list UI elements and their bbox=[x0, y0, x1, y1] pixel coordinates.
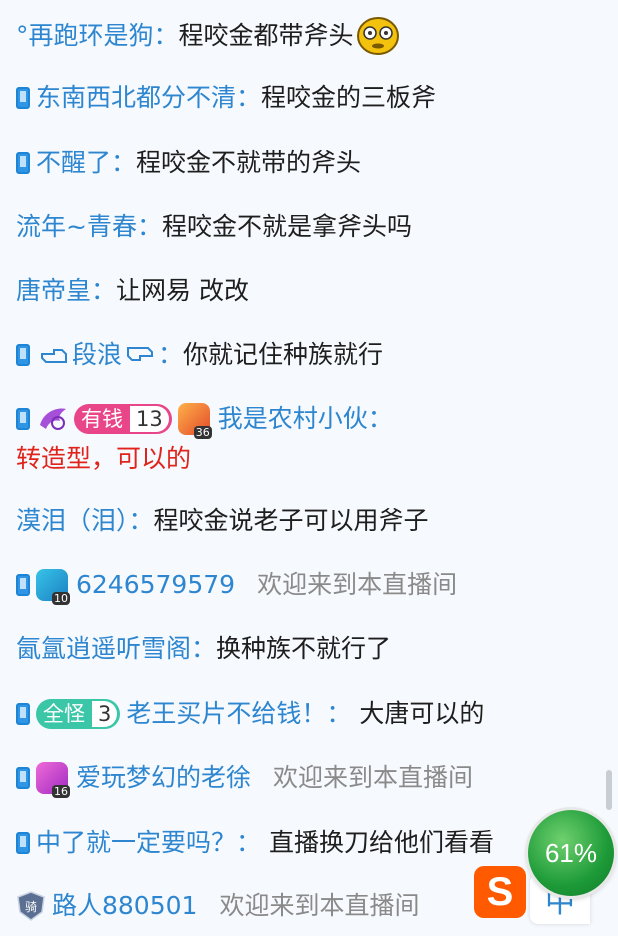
user-level-number: 16 bbox=[52, 785, 70, 798]
fan-badge[interactable]: 全怪 3 bbox=[36, 699, 121, 729]
chat-message: 有钱 13 36 我是农村小伙： bbox=[16, 402, 393, 439]
chat-text: 程咬金都带斧头 bbox=[178, 21, 354, 50]
chat-username[interactable]: 中了就一定要吗？： bbox=[36, 826, 261, 860]
mobile-icon bbox=[16, 703, 30, 725]
user-level-icon: 16 bbox=[36, 762, 70, 798]
user-level-icon: 10 bbox=[36, 569, 70, 605]
dizzy-emoji-icon bbox=[356, 17, 399, 55]
chat-username[interactable]: 唐帝皇： bbox=[16, 274, 116, 308]
scrollbar-thumb[interactable] bbox=[606, 770, 612, 810]
chat-message: 不醒了： 程咬金不就带的斧头 bbox=[16, 146, 361, 180]
chat-text: 程咬金的三板斧 bbox=[261, 83, 437, 112]
chat-message: 氤氲逍遥听雪阁： 换种族不就行了 bbox=[16, 632, 391, 666]
chat-message: 流年~青春： 程咬金不就是拿斧头吗 bbox=[16, 210, 412, 244]
chat-list: °再跑环是狗： 程咬金都带斧头 东南西北都分不清： 程咬金的三板斧 不醒了： 程… bbox=[0, 0, 618, 936]
fan-badge-level: 3 bbox=[92, 701, 118, 727]
chat-username[interactable]: 6246579579 bbox=[76, 568, 235, 602]
user-level-number: 36 bbox=[193, 426, 212, 439]
chat-text: 你就记住种族就行 bbox=[183, 340, 384, 369]
mobile-icon bbox=[16, 344, 30, 366]
welcome-text: 欢迎来到本直播间 bbox=[273, 763, 474, 792]
fan-badge-level: 13 bbox=[130, 406, 169, 432]
chat-message: 骑 路人880501 欢迎来到本直播间 bbox=[16, 889, 419, 923]
chat-message: 10 6246579579 欢迎来到本直播间 bbox=[16, 568, 458, 605]
chat-username[interactable]: °再跑环是狗： bbox=[16, 19, 179, 53]
chat-username[interactable]: 氤氲逍遥听雪阁： bbox=[16, 632, 216, 666]
chat-username[interactable]: 老王买片不给钱！： bbox=[126, 697, 351, 731]
chat-text: 程咬金不就是拿斧头吗 bbox=[161, 212, 412, 241]
wing-badge-icon bbox=[40, 408, 66, 430]
welcome-text: 欢迎来到本直播间 bbox=[257, 570, 458, 599]
mobile-icon bbox=[16, 152, 30, 174]
chat-text: 换种族不就行了 bbox=[216, 634, 392, 663]
user-level-icon: 36 bbox=[177, 403, 212, 439]
chat-message: 唐帝皇： 让网易 改改 bbox=[16, 274, 249, 308]
chat-username[interactable]: 我是农村小伙： bbox=[218, 402, 393, 436]
chat-text: 直播换刀给他们看看 bbox=[269, 828, 495, 857]
fan-badge-name: 有钱 bbox=[81, 407, 123, 431]
mobile-icon bbox=[16, 408, 30, 430]
welcome-text: 欢迎来到本直播间 bbox=[219, 891, 420, 920]
chat-username[interactable]: 爱玩梦幻的老徐 bbox=[76, 761, 251, 795]
mobile-icon bbox=[16, 87, 30, 109]
chat-username[interactable]: 路人880501 bbox=[52, 889, 197, 923]
speed-ball-button[interactable]: 61% bbox=[528, 810, 614, 896]
guard-shield-icon: 骑 bbox=[17, 891, 45, 921]
chat-text: 程咬金说老子可以用斧子 bbox=[153, 506, 429, 535]
chat-message: 漠泪（泪）： 程咬金说老子可以用斧子 bbox=[16, 504, 429, 538]
chat-username[interactable]: 不醒了： bbox=[36, 146, 136, 180]
chat-username-suffix: ： bbox=[158, 340, 184, 369]
fan-badge[interactable]: 有钱 13 bbox=[74, 404, 172, 434]
chat-message: 16 爱玩梦幻的老徐 欢迎来到本直播间 bbox=[16, 761, 474, 798]
speed-ball-percent: 61% bbox=[544, 837, 598, 868]
chat-username[interactable]: 漠泪（泪）： bbox=[16, 504, 154, 538]
chat-message: °再跑环是狗： 程咬金都带斧头 bbox=[16, 16, 400, 56]
guard-shield-label: 骑 bbox=[25, 900, 37, 914]
chat-message-continued: 转造型，可以的 bbox=[16, 442, 191, 476]
mobile-icon bbox=[16, 832, 30, 854]
chat-message: 全怪 3 老王买片不给钱！： 大唐可以的 bbox=[16, 697, 484, 731]
chat-username[interactable]: 东南西北都分不清： bbox=[36, 81, 261, 115]
user-level-number: 10 bbox=[52, 592, 70, 605]
chat-message: 东南西北都分不清： 程咬金的三板斧 bbox=[16, 81, 436, 115]
chat-text: 程咬金不就带的斧头 bbox=[136, 148, 362, 177]
chat-text: 让网易 改改 bbox=[116, 276, 249, 305]
chat-username[interactable]: 流年~青春： bbox=[16, 210, 162, 244]
chat-message: 中了就一定要吗？： 直播换刀给他们看看 bbox=[16, 826, 494, 860]
chat-username[interactable]: 段浪 bbox=[72, 338, 122, 372]
fan-badge-name: 全怪 bbox=[43, 702, 85, 726]
chat-text: 大唐可以的 bbox=[359, 699, 485, 728]
chat-text: 转造型，可以的 bbox=[16, 444, 192, 473]
chat-message: 段浪 ： 你就记住种族就行 bbox=[16, 338, 383, 372]
mobile-icon bbox=[16, 574, 30, 596]
sogou-ime-logo-icon[interactable]: S bbox=[474, 866, 526, 918]
pointing-hand-right-icon bbox=[127, 347, 154, 361]
pointing-hand-left-icon bbox=[41, 349, 67, 363]
mobile-icon bbox=[16, 767, 30, 789]
